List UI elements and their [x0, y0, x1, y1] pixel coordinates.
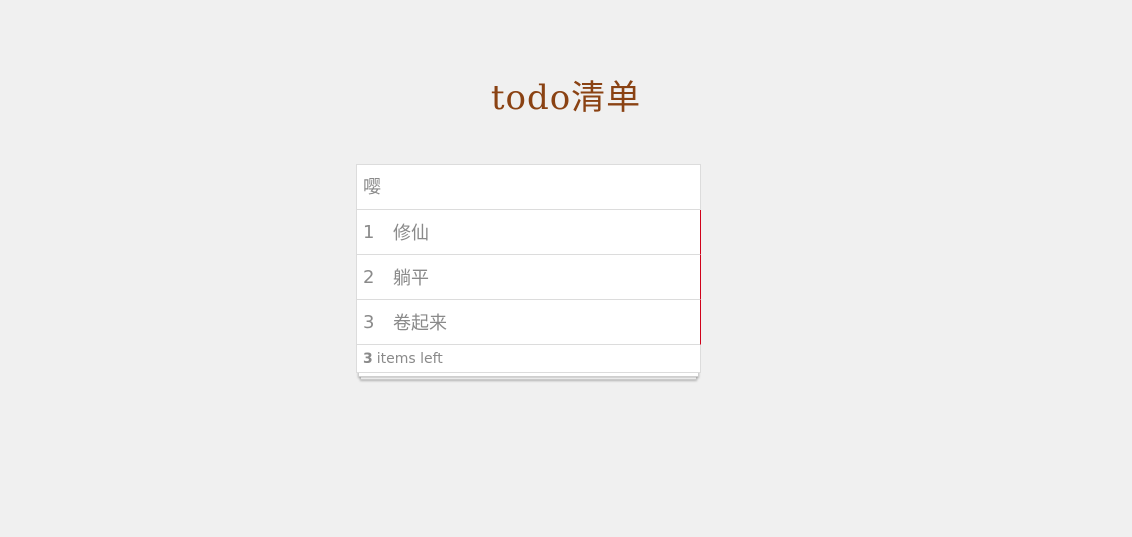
todo-list: 1 修仙 2 躺平 3 卷起来: [356, 210, 701, 345]
items-left-count: 3: [363, 350, 373, 367]
todo-item[interactable]: 1 修仙: [356, 210, 701, 255]
todo-card: 1 修仙 2 躺平 3 卷起来 3 items left: [356, 164, 701, 380]
items-left-label: items left: [376, 350, 443, 367]
todo-item[interactable]: 2 躺平: [356, 255, 701, 300]
new-todo-row: [356, 164, 701, 210]
todo-footer: 3 items left: [356, 345, 701, 373]
todo-text[interactable]: 卷起来: [391, 309, 447, 335]
new-todo-input[interactable]: [357, 165, 700, 209]
todo-index: 3: [363, 311, 375, 333]
todo-text[interactable]: 躺平: [391, 264, 429, 290]
todo-index: 1: [363, 221, 375, 243]
todo-item[interactable]: 3 卷起来: [356, 300, 701, 345]
todo-text[interactable]: 修仙: [391, 219, 429, 245]
todo-app: 1 修仙 2 躺平 3 卷起来 3 items left: [356, 164, 701, 380]
app-title: todo清单: [490, 78, 642, 118]
todo-index: 2: [363, 266, 375, 288]
